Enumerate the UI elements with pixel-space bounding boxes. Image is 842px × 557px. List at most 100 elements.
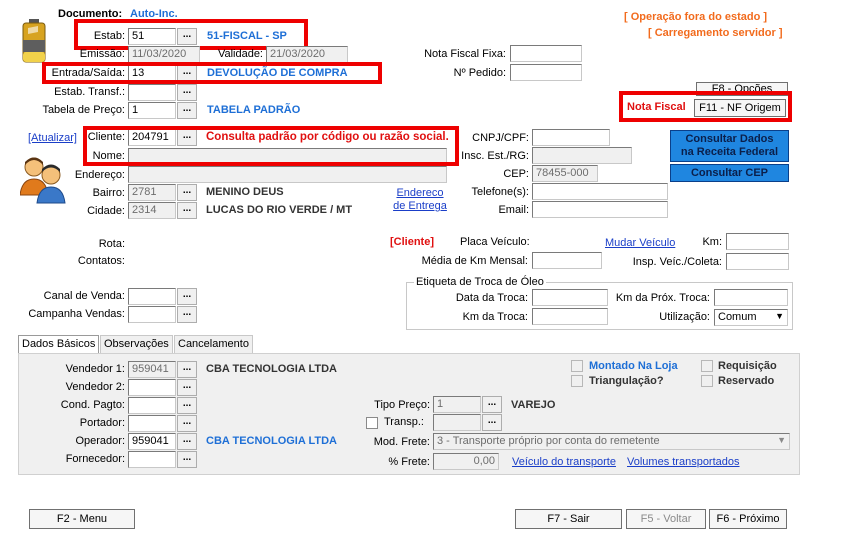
contatos-label: Contatos: xyxy=(77,255,125,267)
cond-pagto-lookup-button[interactable]: ... xyxy=(177,397,197,414)
cnpj-label: CNPJ/CPF: xyxy=(472,132,529,144)
km-prox-troca-input[interactable] xyxy=(714,289,788,306)
validade-input[interactable]: 21/03/2020 xyxy=(266,46,348,63)
email-input[interactable] xyxy=(532,201,668,218)
carregamento-servidor: [ Carregamento servidor ] xyxy=(648,27,783,39)
f2-menu-button[interactable]: F2 - Menu xyxy=(29,509,135,529)
utilizacao-select[interactable]: Comum ▼ xyxy=(714,309,788,326)
campanha-vendas-input[interactable] xyxy=(128,306,176,323)
vendedor2-input[interactable] xyxy=(128,379,176,396)
km-troca-label: Km da Troca: xyxy=(462,311,528,323)
cond-pagto-label: Cond. Pagto: xyxy=(60,399,125,411)
cep-label: CEP: xyxy=(503,168,529,180)
highlight-entrada-saida xyxy=(42,62,382,84)
pedido-input[interactable] xyxy=(510,64,582,81)
km-label: Km: xyxy=(702,236,722,248)
insp-veic-input[interactable] xyxy=(726,253,789,270)
mod-frete-select[interactable]: 3 - Transporte próprio por conta do reme… xyxy=(433,433,790,450)
bairro-lookup-button[interactable]: ... xyxy=(177,184,197,201)
perc-frete-label: % Frete: xyxy=(388,456,430,468)
tipo-preco-desc: VAREJO xyxy=(511,399,556,411)
endereco-label: Endereço: xyxy=(74,169,125,181)
fornecedor-lookup-button[interactable]: ... xyxy=(177,451,197,468)
cidade-label: Cidade: xyxy=(87,205,125,217)
tabela-preco-lookup-button[interactable]: ... xyxy=(177,102,197,119)
cidade-input[interactable]: 2314 xyxy=(128,202,176,219)
operador-desc: CBA TECNOLOGIA LTDA xyxy=(206,435,337,447)
insc-est-input[interactable] xyxy=(532,147,632,164)
volumes-transportados-link[interactable]: Volumes transportados xyxy=(627,456,740,468)
telefones-input[interactable] xyxy=(532,183,668,200)
estab-transf-label: Estab. Transf.: xyxy=(54,86,125,98)
portador-label: Portador: xyxy=(79,417,125,429)
montado-loja-label: Montado Na Loja xyxy=(589,360,678,372)
atualizar-link[interactable]: [Atualizar] xyxy=(28,132,77,144)
consultar-cep-button[interactable]: Consultar CEP xyxy=(670,164,789,182)
mod-frete-value: 3 - Transporte próprio por conta do reme… xyxy=(437,435,660,447)
nota-fiscal-fixa-input[interactable] xyxy=(510,45,582,62)
tab-dados-basicos[interactable]: Dados Básicos xyxy=(18,335,100,353)
campanha-vendas-lookup-button[interactable]: ... xyxy=(177,306,197,323)
km-input[interactable] xyxy=(726,233,789,250)
utilizacao-label: Utilização: xyxy=(659,311,710,323)
perc-frete-input[interactable]: 0,00 xyxy=(433,453,499,470)
cond-pagto-input[interactable] xyxy=(128,397,176,414)
portador-input[interactable] xyxy=(128,415,176,432)
tipo-preco-lookup-button[interactable]: ... xyxy=(482,396,502,413)
validade-label: Validade: xyxy=(217,48,263,60)
endereco-input[interactable] xyxy=(128,166,447,183)
operacao-fora-estado: [ Operação fora do estado ] xyxy=(624,11,768,23)
tipo-preco-input[interactable]: 1 xyxy=(433,396,481,413)
emissao-label: Emissão: xyxy=(79,48,125,60)
tab-cancelamento[interactable]: Cancelamento xyxy=(174,335,253,353)
reservado-label: Reservado xyxy=(718,375,775,387)
chevron-down-icon: ▼ xyxy=(777,435,786,445)
transp-lookup-button[interactable]: ... xyxy=(482,414,502,431)
canal-venda-label: Canal de Venda: xyxy=(43,290,125,302)
reservado-checkbox[interactable] xyxy=(701,375,713,387)
portador-lookup-button[interactable]: ... xyxy=(177,415,197,432)
campanha-vendas-label: Campanha Vendas: xyxy=(28,308,125,320)
km-troca-input[interactable] xyxy=(532,308,608,325)
fornecedor-input[interactable] xyxy=(128,451,176,468)
requisicao-checkbox[interactable] xyxy=(701,360,713,372)
f5-voltar-button[interactable]: F5 - Voltar xyxy=(626,509,706,529)
canal-venda-input[interactable] xyxy=(128,288,176,305)
tabela-preco-input[interactable]: 1 xyxy=(128,102,176,119)
tabela-preco-desc: TABELA PADRÃO xyxy=(207,104,301,116)
operador-input[interactable]: 959041 xyxy=(128,433,176,450)
triangulacao-checkbox[interactable] xyxy=(571,375,583,387)
cidade-lookup-button[interactable]: ... xyxy=(177,202,197,219)
media-km-input[interactable] xyxy=(532,252,602,269)
vendedor1-lookup-button[interactable]: ... xyxy=(177,361,197,378)
consultar-receita-line1: Consultar Dados xyxy=(685,133,774,145)
vendedor2-lookup-button[interactable]: ... xyxy=(177,379,197,396)
bairro-input[interactable]: 2781 xyxy=(128,184,176,201)
emissao-input[interactable]: 11/03/2020 xyxy=(128,46,200,63)
vendedor1-input[interactable]: 959041 xyxy=(128,361,176,378)
veiculo-transporte-link[interactable]: Veículo do transporte xyxy=(512,456,616,468)
estab-transf-input[interactable] xyxy=(128,84,176,101)
etiqueta-legend: Etiqueta de Troca de Óleo xyxy=(414,276,546,288)
tab-observacoes[interactable]: Observações xyxy=(100,335,173,353)
canal-venda-lookup-button[interactable]: ... xyxy=(177,288,197,305)
consultar-receita-line2: na Receita Federal xyxy=(680,146,779,158)
montado-loja-checkbox[interactable] xyxy=(571,360,583,372)
transp-checkbox[interactable] xyxy=(366,417,378,429)
consultar-receita-button[interactable]: Consultar Dados na Receita Federal xyxy=(670,130,789,162)
utilizacao-value: Comum xyxy=(718,311,757,323)
tipo-preco-label: Tipo Preço: xyxy=(374,399,430,411)
chevron-down-icon: ▼ xyxy=(775,311,784,321)
cnpj-input[interactable] xyxy=(532,129,610,146)
estab-transf-lookup-button[interactable]: ... xyxy=(177,84,197,101)
transp-input[interactable] xyxy=(433,414,481,431)
f6-proximo-button[interactable]: F6 - Próximo xyxy=(709,509,787,529)
email-label: Email: xyxy=(498,204,529,216)
mudar-veiculo-link[interactable]: Mudar Veículo xyxy=(605,237,675,249)
cep-input[interactable]: 78455-000 xyxy=(532,165,598,182)
data-troca-input[interactable] xyxy=(532,289,608,306)
transp-label: Transp.: xyxy=(384,416,424,428)
highlight-cliente-nome xyxy=(83,126,459,166)
operador-lookup-button[interactable]: ... xyxy=(177,433,197,450)
f7-sair-button[interactable]: F7 - Sair xyxy=(515,509,622,529)
